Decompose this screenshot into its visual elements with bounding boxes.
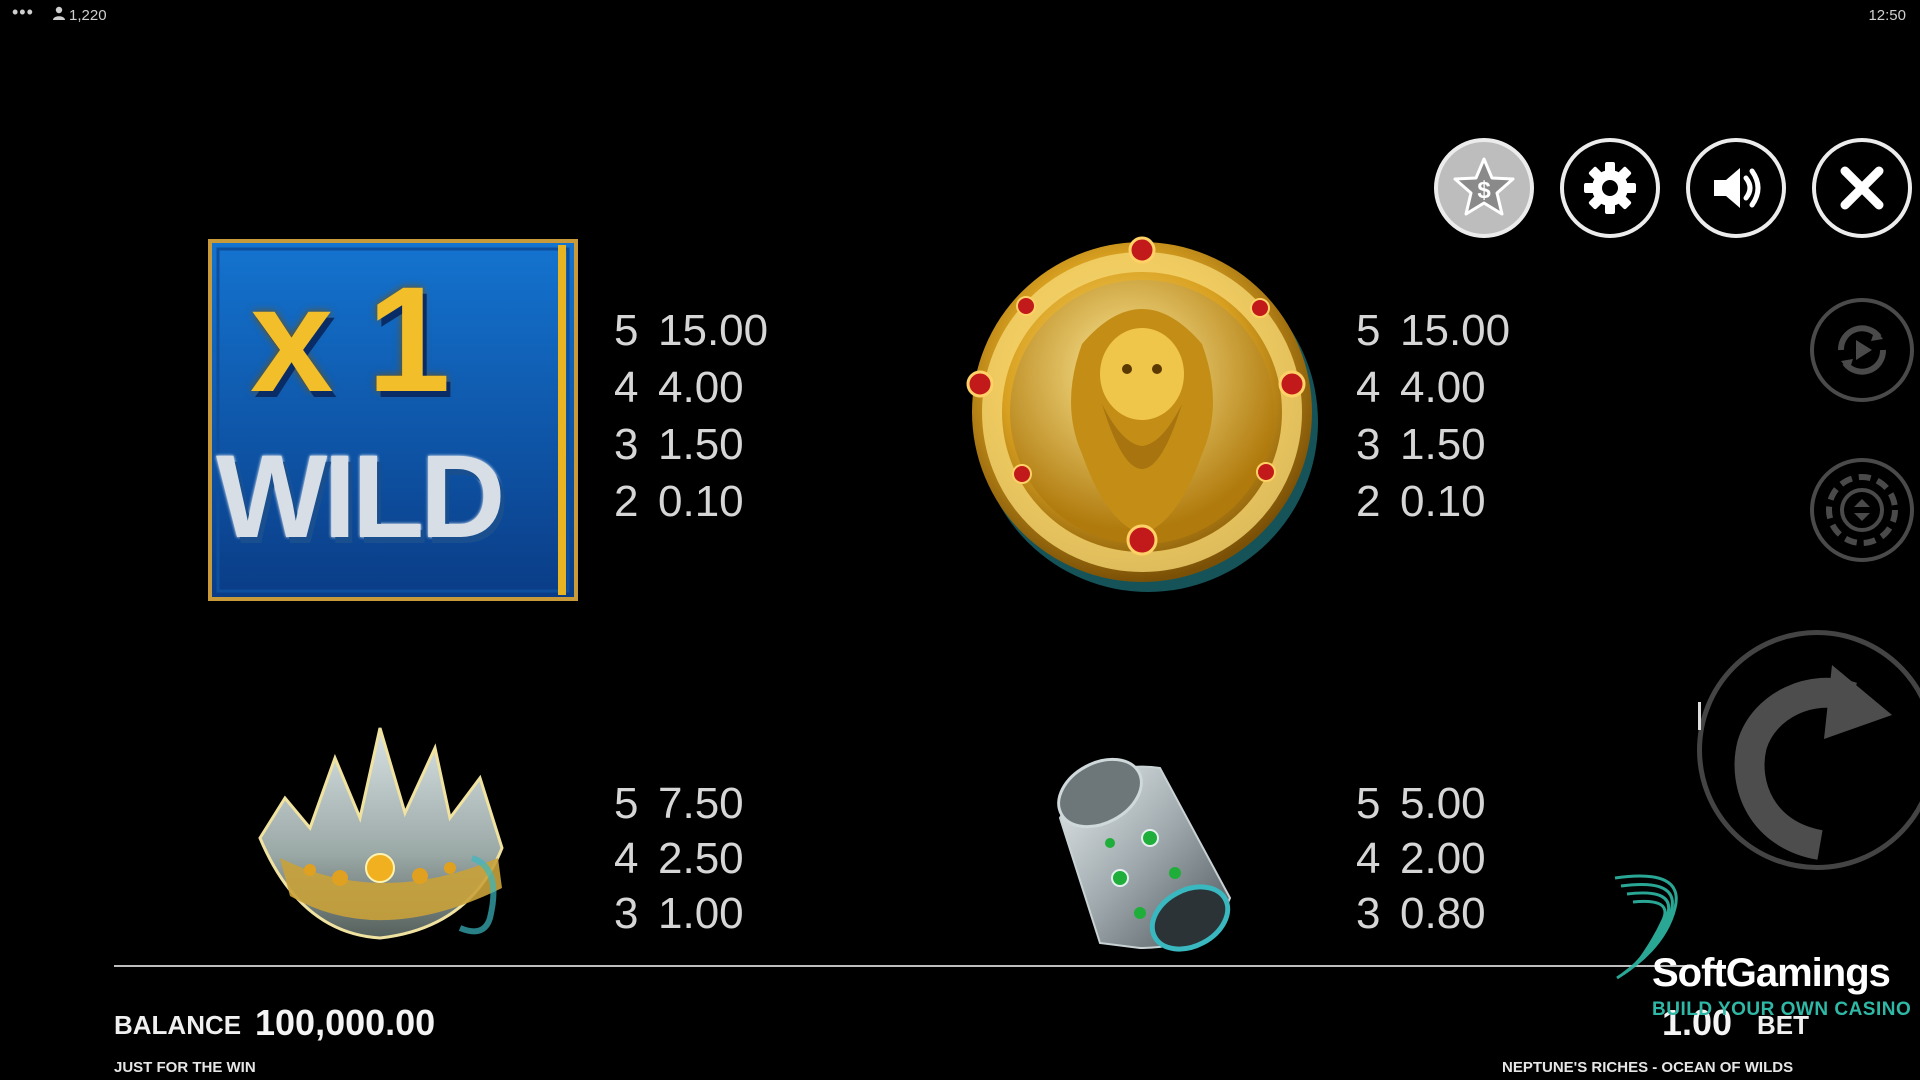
svg-text:$: $: [1477, 177, 1491, 204]
close-button[interactable]: [1812, 138, 1912, 238]
neptune-coin-paytable: 5 15.00 4 4.00 3 1.50 2 0.10: [1356, 302, 1510, 530]
silver-ring-symbol: [1040, 748, 1240, 958]
wild-word-text: WILD: [216, 431, 505, 563]
silver-ring-paytable: 5 5.00 4 2.00 3 0.80: [1356, 776, 1486, 941]
watermark-tagline: BUILD YOUR OWN CASINO: [1652, 999, 1912, 1020]
bet-settings-button[interactable]: [1810, 458, 1914, 562]
player-count: 1,220: [69, 7, 107, 24]
spin-button[interactable]: [1697, 630, 1920, 870]
operator-caption: JUST FOR THE WIN: [114, 1059, 256, 1076]
crown-symbol: [240, 718, 520, 958]
gear-icon: [1584, 162, 1636, 214]
speaker-icon: [1714, 168, 1761, 208]
pay-row: 3 0.80: [1356, 889, 1486, 938]
pay-row: 4 4.00: [614, 363, 744, 412]
pay-row: 4 2.00: [1356, 834, 1486, 883]
game-title-caption: NEPTUNE'S RICHES - OCEAN OF WILDS: [1502, 1059, 1794, 1076]
balance-label: BALANCE: [114, 1010, 242, 1040]
user-icon: [53, 6, 65, 20]
star-dollar-icon: $: [1453, 157, 1515, 216]
pay-row: 2 0.10: [614, 477, 744, 526]
status-bar: ••• 1,220 12:50: [0, 0, 1920, 30]
buy-feature-button[interactable]: $: [1434, 138, 1534, 238]
pay-row: 2 0.10: [1356, 477, 1486, 526]
pay-row: 5 15.00: [1356, 306, 1511, 355]
spin-arrow-icon: [1734, 665, 1892, 860]
pay-row: 5 7.50: [614, 779, 744, 828]
wild-symbol: x 1 WILD: [208, 239, 578, 601]
pay-row: 3 1.50: [614, 420, 744, 469]
chip-icon: [1826, 474, 1898, 546]
pay-row: 5 15.00: [614, 306, 769, 355]
clock-time: 12:50: [1868, 7, 1906, 24]
wild-paytable: 5 15.00 4 4.00 3 1.50 2 0.10: [614, 302, 768, 530]
autoplay-button[interactable]: [1810, 298, 1914, 402]
wild-multiplier-text: x 1: [250, 255, 451, 423]
balance-value: 100,000.00: [255, 1002, 436, 1043]
pay-row: 3 1.50: [1356, 420, 1486, 469]
pay-row: 5 5.00: [1356, 779, 1486, 828]
footer-divider: [114, 965, 1694, 967]
text-cursor: [1698, 702, 1701, 730]
pay-row: 3 1.00: [614, 889, 744, 938]
pay-row: 4 2.50: [614, 834, 744, 883]
crown-paytable: 5 7.50 4 2.50 3 1.00: [614, 776, 744, 941]
menu-dots[interactable]: •••: [12, 2, 34, 23]
autoplay-icon: [1837, 325, 1887, 375]
neptune-coin-symbol: [962, 234, 1322, 604]
close-icon: [1840, 166, 1884, 210]
pay-row: 4 4.00: [1356, 363, 1486, 412]
settings-button[interactable]: [1560, 138, 1660, 238]
watermark-name: SoftGamings: [1652, 951, 1891, 995]
sound-button[interactable]: [1686, 138, 1786, 238]
